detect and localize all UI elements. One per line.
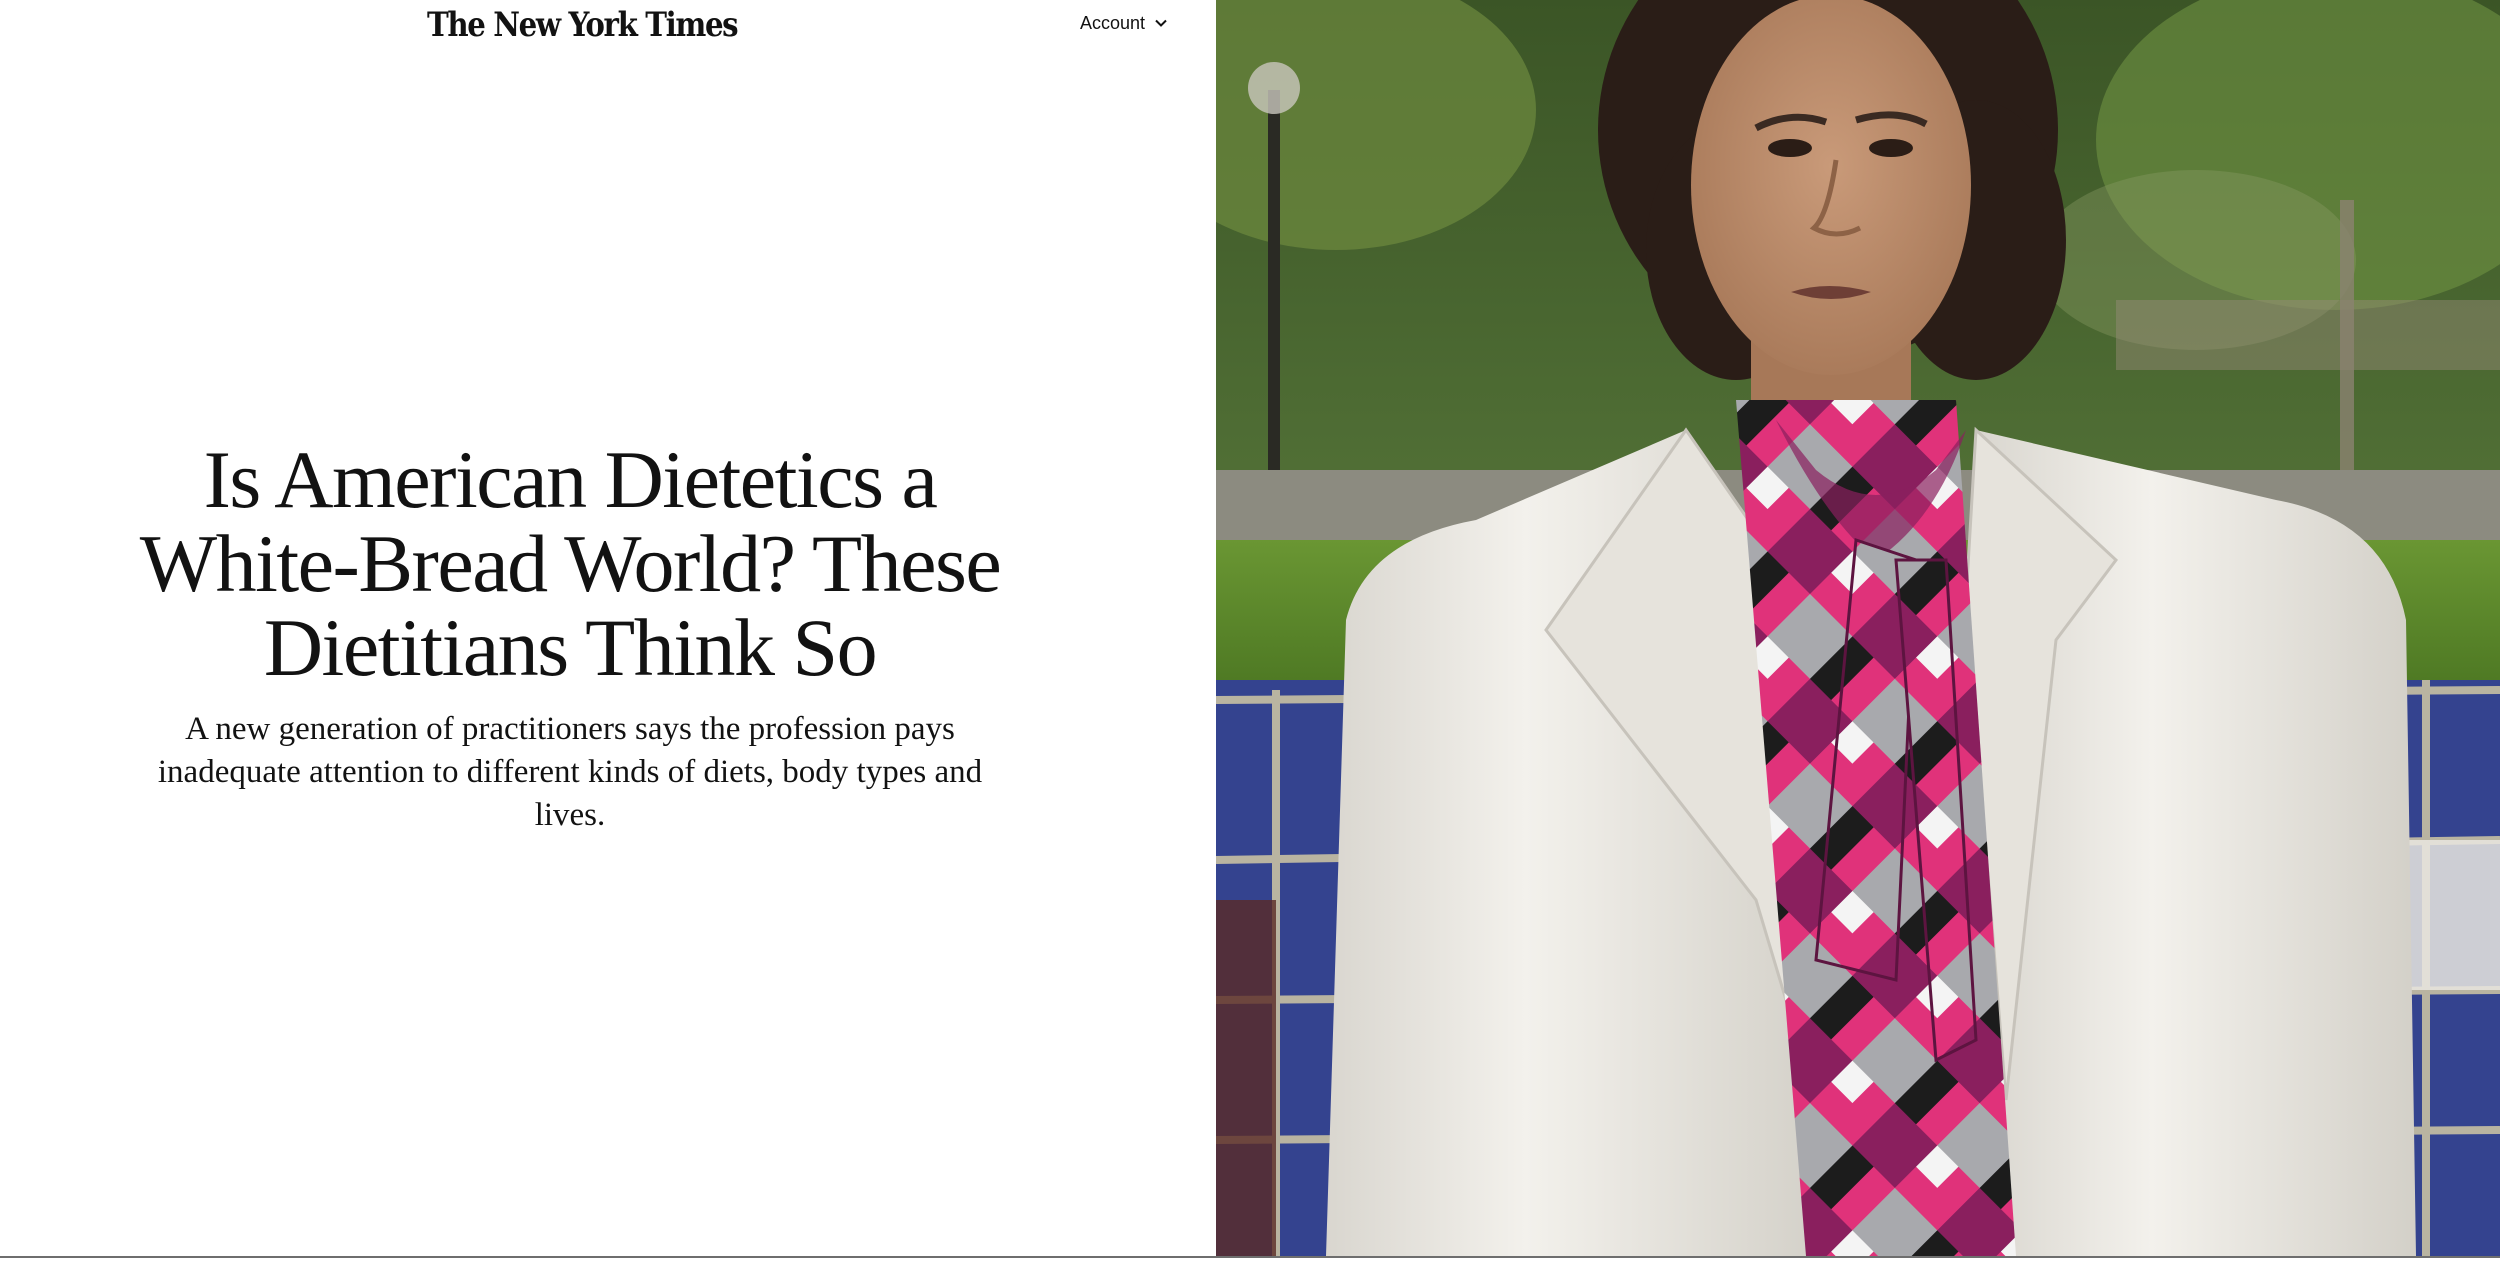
headline-line: White-Bread World? These xyxy=(139,518,1002,609)
headline-line: Is American Dietetics a xyxy=(203,434,938,525)
article-panel: The New York Times Account Is American D… xyxy=(0,0,1216,1256)
nyt-logo[interactable]: The New York Times xyxy=(427,2,739,48)
chevron-down-icon xyxy=(1154,16,1168,30)
page: The New York Times Account Is American D… xyxy=(0,0,2500,1264)
portrait-photo xyxy=(1216,0,2500,1256)
bottom-strip xyxy=(0,1258,2500,1264)
headline-block: Is American Dietetics a White-Bread Worl… xyxy=(110,438,1030,837)
headline: Is American Dietetics a White-Bread Worl… xyxy=(110,438,1030,690)
headline-line: Dietitians Think So xyxy=(263,602,878,693)
masthead: The New York Times Account xyxy=(0,0,1216,50)
portrait-photo-image xyxy=(1216,0,2500,1256)
account-button[interactable]: Account xyxy=(1080,8,1168,38)
article-summary: A new generation of practitioners says t… xyxy=(157,711,983,833)
account-label: Account xyxy=(1080,13,1146,33)
